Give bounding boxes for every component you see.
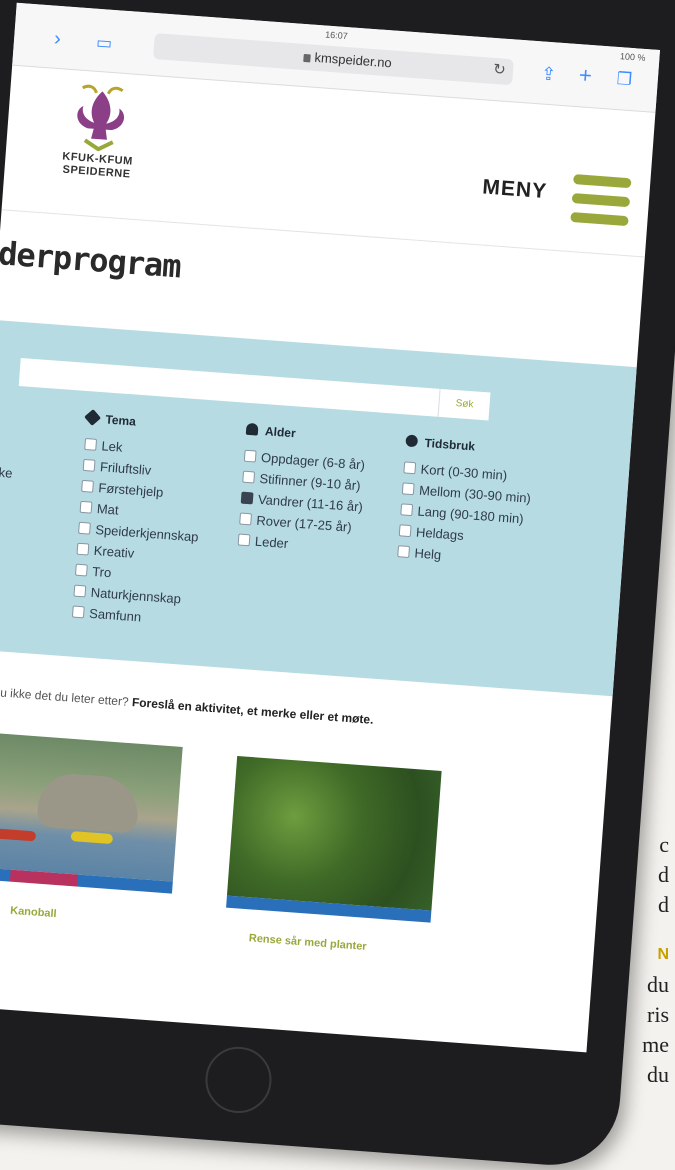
filter-column-alder: Alder Oppdager (6-8 år) Stifinner (9-10 … xyxy=(237,422,368,563)
forward-arrow-icon[interactable]: › xyxy=(53,28,61,51)
checkbox[interactable] xyxy=(76,542,90,556)
filter-option[interactable]: Rover (17-25 år) xyxy=(239,512,362,536)
margin-line: du xyxy=(647,1062,669,1087)
filter-option[interactable]: Leder xyxy=(237,532,360,556)
checkbox[interactable] xyxy=(237,533,251,547)
checkbox[interactable] xyxy=(71,605,85,619)
filter-option[interactable]: Stifinner (9-10 år) xyxy=(242,470,365,494)
people-icon xyxy=(245,422,259,436)
suggest-link[interactable]: Foreslå en aktivitet, et merke eller et … xyxy=(131,695,373,727)
filter-option[interactable]: Friluftsliv xyxy=(82,458,204,482)
menu-label[interactable]: MENY xyxy=(482,175,548,204)
checkbox-checked[interactable] xyxy=(240,491,254,505)
new-tab-icon[interactable]: + xyxy=(578,62,593,89)
card-caption[interactable]: Rense sår med planter xyxy=(248,932,367,953)
filter-item[interactable]: merke xyxy=(0,463,13,481)
filter-option[interactable]: Oppdager (6-8 år) xyxy=(243,449,367,473)
status-battery: 100 % xyxy=(619,51,646,63)
status-time: 16:07 xyxy=(324,29,349,42)
reload-icon[interactable]: ↻ xyxy=(493,60,507,79)
filter-option[interactable]: Vandrer (11-16 år) xyxy=(240,491,363,514)
margin-line: du xyxy=(647,972,669,997)
margin-line: me xyxy=(642,1032,669,1057)
filter-option[interactable]: Mat xyxy=(79,500,200,524)
alder-heading: Alder xyxy=(264,424,297,441)
tablet-device: 16:07 100 % › ▭ kmspeider.no ↻ ⇪ + ❐ KFU… xyxy=(0,0,675,1170)
page-title: derprogram xyxy=(0,234,182,286)
share-icon[interactable]: ⇪ xyxy=(540,63,557,85)
checkbox[interactable] xyxy=(73,584,87,598)
filter-column-tema: Tema Lek Friluftsliv Førstehjelp Mat Spe… xyxy=(71,409,207,634)
bookmarks-icon[interactable]: ▭ xyxy=(95,33,112,54)
search-button[interactable]: Søk xyxy=(437,388,491,421)
lock-icon xyxy=(303,53,311,63)
checkbox[interactable] xyxy=(243,449,257,463)
checkbox[interactable] xyxy=(397,545,411,559)
filter-option[interactable]: Speiderkjennskap xyxy=(78,521,199,545)
filter-option[interactable]: Helg xyxy=(397,544,527,568)
clock-icon xyxy=(405,434,419,448)
filter-option[interactable]: Kreativ xyxy=(76,542,197,566)
suggest-prefix: nner du ikke det du leter etter? xyxy=(0,683,130,709)
filter-column-tidsbruk: Tidsbruk Kort (0-30 min) Mellom (30-90 m… xyxy=(397,434,535,574)
checkbox[interactable] xyxy=(84,437,98,451)
checkbox[interactable] xyxy=(78,521,91,535)
filter-item[interactable]: r xyxy=(0,405,17,423)
fleur-de-lis-icon xyxy=(77,84,125,152)
suggest-text: nner du ikke det du leter etter? Foreslå… xyxy=(0,683,374,727)
filter-option[interactable]: Lang (90-180 min) xyxy=(400,502,530,526)
filter-option[interactable]: Kort (0-30 min) xyxy=(403,460,533,484)
tag-icon xyxy=(84,409,102,426)
checkbox[interactable] xyxy=(401,482,415,496)
checkbox[interactable] xyxy=(239,512,253,526)
tablet-screen: 16:07 100 % › ▭ kmspeider.no ↻ ⇪ + ❐ KFU… xyxy=(0,2,661,1053)
site-logo[interactable]: KFUK-KFUM SPEIDERNE xyxy=(38,77,163,181)
hamburger-menu-icon[interactable] xyxy=(570,174,632,235)
card-image-kanoball[interactable] xyxy=(0,728,183,882)
margin-initial: N xyxy=(657,946,669,963)
checkbox[interactable] xyxy=(79,500,93,514)
checkbox[interactable] xyxy=(242,470,256,484)
card-caption[interactable]: Kanoball xyxy=(10,905,57,920)
tabs-icon[interactable]: ❐ xyxy=(616,69,633,90)
filter-column-partial: r er merke lag xyxy=(0,405,17,507)
filter-option[interactable]: Naturkjennskap xyxy=(73,584,194,608)
card-image-plants[interactable] xyxy=(226,755,442,911)
checkbox[interactable] xyxy=(74,563,88,577)
checkbox[interactable] xyxy=(81,479,94,493)
home-button[interactable] xyxy=(203,1044,274,1116)
filter-option[interactable]: Heldags xyxy=(398,523,529,547)
url-text: kmspeider.no xyxy=(314,49,393,71)
checkbox[interactable] xyxy=(82,458,96,472)
tema-heading: Tema xyxy=(104,412,137,429)
filter-option[interactable]: Mellom (30-90 min) xyxy=(401,481,531,506)
address-bar[interactable]: kmspeider.no xyxy=(153,33,514,86)
checkbox[interactable] xyxy=(400,503,414,517)
filter-item[interactable]: er xyxy=(0,442,15,460)
filter-option[interactable]: Førstehjelp xyxy=(81,479,202,503)
filter-item[interactable]: lag xyxy=(0,484,11,502)
filter-option[interactable]: Tro xyxy=(74,563,196,587)
margin-line: ris xyxy=(647,1002,669,1027)
tidsbruk-heading: Tidsbruk xyxy=(424,435,476,454)
filter-option[interactable]: Samfunn xyxy=(71,605,193,629)
filter-option[interactable]: Lek xyxy=(84,437,205,461)
checkbox[interactable] xyxy=(398,524,412,538)
filter-panel: Søk r er merke lag Tema Lek Friluftsliv … xyxy=(0,319,637,697)
search-input[interactable] xyxy=(18,358,440,417)
checkbox[interactable] xyxy=(403,461,417,475)
